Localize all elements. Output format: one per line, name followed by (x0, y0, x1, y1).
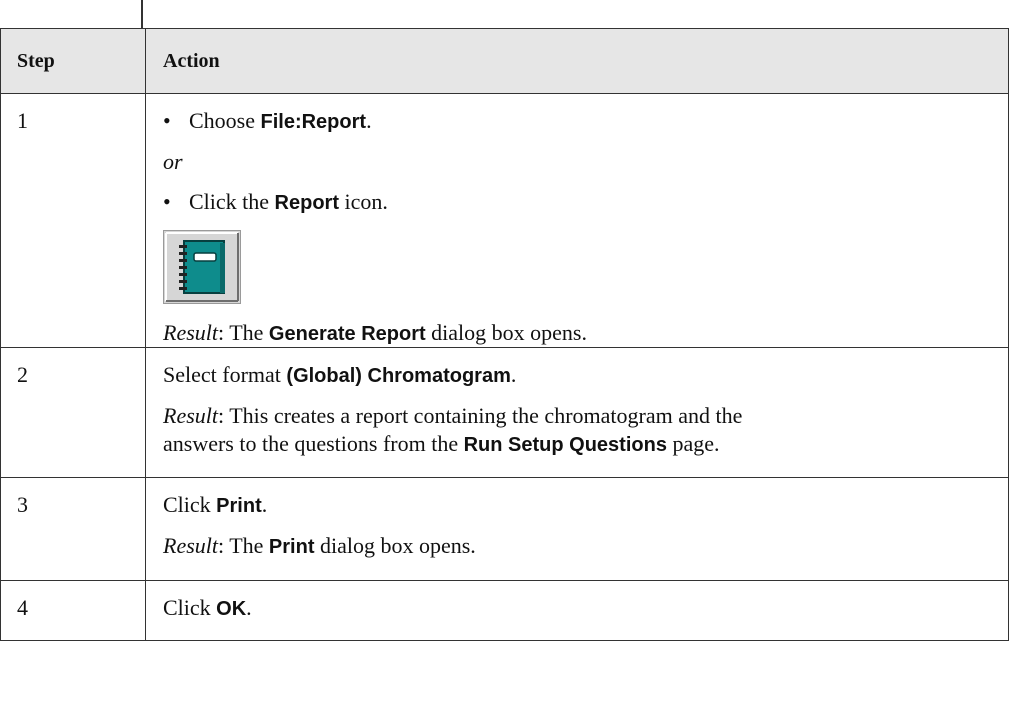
step-number: 3 (0, 477, 146, 581)
report-notebook-icon[interactable] (163, 230, 241, 304)
report-icon-graphic (165, 232, 239, 302)
ui-term: Print (216, 495, 262, 517)
action-line: Click OK. (163, 595, 252, 620)
ui-term: OK (216, 598, 247, 620)
result-line-continued: answers to the questions from the Run Se… (163, 431, 720, 456)
ui-term: Run Setup Questions (463, 434, 667, 456)
procedure-table: Step Action 1 • Choose File:Report. or • C… (0, 28, 1009, 641)
action-line: Click Print. (163, 492, 268, 517)
action-cell: • Choose File:Report. or • Click the Repor… (145, 93, 1009, 348)
ui-term: Print (268, 536, 315, 558)
ui-term: (Global) Chromatogram (286, 365, 511, 387)
table-header-row: Step Action (0, 28, 1009, 94)
ui-term: Generate Report (268, 323, 426, 345)
action-cell: Select format (Global) Chromatogram. Res… (145, 347, 1009, 478)
action-line: • Click the Report icon. (163, 189, 388, 214)
step-number: 4 (0, 580, 146, 641)
result-line: Result: This creates a report containing… (163, 403, 743, 428)
step-number: 1 (0, 93, 146, 348)
action-column-header: Action (145, 28, 1009, 94)
table-row: 3 Click Print. Result: The Print dialog … (0, 477, 1009, 581)
ui-term: File:Report (260, 111, 367, 133)
action-cell: Click OK. (145, 580, 1009, 641)
action-cell: Click Print. Result: The Print dialog bo… (145, 477, 1009, 581)
action-line: • Choose File:Report. (163, 108, 372, 133)
margin-rule (141, 0, 143, 28)
bullet: • (163, 108, 171, 133)
result-line: Result: The Generate Report dialog box o… (163, 320, 587, 345)
bullet: • (163, 189, 171, 214)
or-line: or (163, 149, 183, 174)
table-row: 4 Click OK. (0, 580, 1009, 641)
step-number: 2 (0, 347, 146, 478)
step-column-header: Step (0, 28, 146, 94)
table-row: 2 Select format (Global) Chromatogram. R… (0, 347, 1009, 478)
ui-term: Report (274, 192, 339, 214)
result-line: Result: The Print dialog box opens. (163, 533, 476, 558)
table-row: 1 • Choose File:Report. or • Click the Rep… (0, 93, 1009, 348)
action-line: Select format (Global) Chromatogram. (163, 362, 517, 387)
